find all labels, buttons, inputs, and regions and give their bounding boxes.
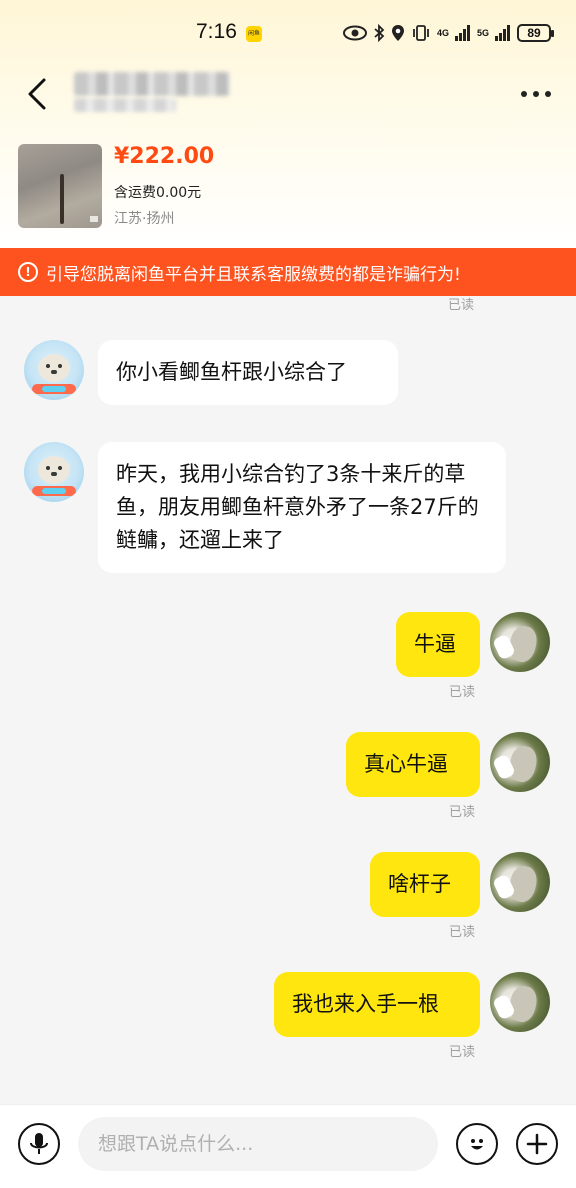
fraud-warning-banner: ! 引导您脱离闲鱼平台并且联系客服缴费的都是诈骗行为! <box>0 248 576 296</box>
bluetooth-icon <box>374 24 385 42</box>
status-bar: 7:16 闲鱼 4G 5G 89 <box>0 0 576 66</box>
product-location: 江苏·扬州 <box>114 211 175 227</box>
contact-name-redacted <box>74 72 230 96</box>
product-price: ¥222.00 <box>114 144 215 169</box>
back-button[interactable] <box>22 76 54 112</box>
product-shipping: 含运费0.00元 <box>114 185 202 201</box>
product-thumbnail[interactable] <box>18 144 102 228</box>
read-status: 已读 <box>448 298 475 313</box>
contact-avatar[interactable] <box>24 340 84 400</box>
message-bubble-outgoing[interactable]: 啥杆子 <box>370 852 480 917</box>
battery-icon: 89 <box>517 24 555 42</box>
warning-text: 引导您脱离闲鱼平台并且联系客服缴费的都是诈骗行为! <box>46 264 461 285</box>
network-5g-label: 5G <box>477 28 490 38</box>
network-4g-label: 4G <box>437 28 450 38</box>
message-bubble-incoming[interactable]: 你小看鲫鱼杆跟小综合了 <box>98 340 398 405</box>
read-status: 已读 <box>449 925 476 940</box>
user-avatar[interactable] <box>490 732 550 792</box>
message-bubble-outgoing[interactable]: 真心牛逼 <box>346 732 480 797</box>
location-icon <box>392 25 404 41</box>
status-time: 7:16 <box>196 20 237 43</box>
more-dots-icon[interactable] <box>516 84 556 104</box>
microphone-icon[interactable] <box>18 1123 60 1165</box>
eye-icon <box>343 25 367 41</box>
vibrate-icon <box>413 25 429 41</box>
user-avatar[interactable] <box>490 972 550 1032</box>
contact-subtitle-redacted <box>74 98 176 112</box>
user-avatar[interactable] <box>490 852 550 912</box>
emoji-icon[interactable] <box>456 1123 498 1165</box>
message-bubble-incoming[interactable]: 昨天，我用小综合钓了3条十来斤的草鱼，朋友用鲫鱼杆意外矛了一条27斤的鲢鳙，还遛… <box>98 442 506 573</box>
signal-icon <box>455 25 471 41</box>
message-bubble-outgoing[interactable]: 牛逼 <box>396 612 480 677</box>
read-status: 已读 <box>449 805 476 820</box>
alert-circle-icon: ! <box>18 262 38 282</box>
signal-icon-2 <box>495 25 511 41</box>
read-status: 已读 <box>449 1045 476 1060</box>
status-indicators: 4G 5G 89 <box>343 22 555 44</box>
contact-avatar[interactable] <box>24 442 84 502</box>
message-input[interactable] <box>78 1117 438 1171</box>
message-bubble-outgoing[interactable]: 我也来入手一根 <box>274 972 480 1037</box>
user-avatar[interactable] <box>490 612 550 672</box>
chat-input-bar <box>0 1104 576 1188</box>
app-notification-icon: 闲鱼 <box>246 26 262 42</box>
plus-icon[interactable] <box>516 1123 558 1165</box>
read-status: 已读 <box>449 685 476 700</box>
back-chevron-icon <box>28 78 46 110</box>
